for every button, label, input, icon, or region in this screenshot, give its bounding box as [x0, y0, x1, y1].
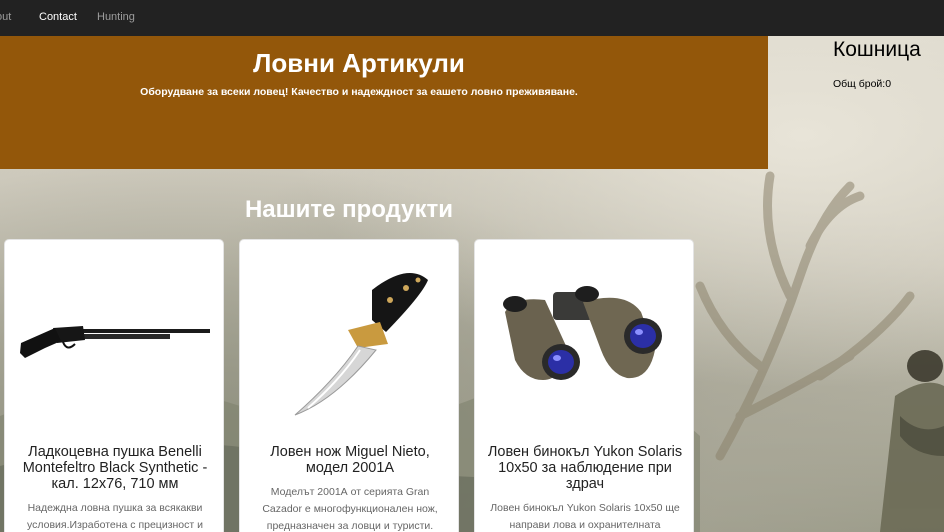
product-name[interactable]: Ловен бинокъл Yukon Solaris 10x50 за наб…: [483, 444, 687, 492]
nav-link-about[interactable]: out: [0, 11, 11, 23]
nav-link-hunting[interactable]: Hunting: [97, 11, 135, 23]
nav-link-contact[interactable]: Contact: [39, 11, 77, 23]
product-description: Ловен бинокъл Yukon Solaris 10x50 ще нап…: [490, 502, 680, 531]
product-card-shotgun[interactable]: Ладкоцевна пушка Benelli Montefeltro Bla…: [4, 239, 224, 532]
binoculars-image: [475, 240, 693, 436]
shotgun-image: [5, 240, 223, 436]
top-navbar: out Contact Hunting: [0, 0, 944, 36]
product-name[interactable]: Ладкоцевна пушка Benelli Montefeltro Bla…: [13, 444, 217, 492]
hero-banner: Ловни Артикули Оборудване за всеки ловец…: [0, 36, 768, 169]
product-card-knife[interactable]: Ловен нож Miguel Nieto, модел 2001A Моде…: [239, 239, 459, 532]
page-subtitle: Оборудване за всеки ловец! Качество и на…: [140, 86, 578, 98]
product-name[interactable]: Ловен нож Miguel Nieto, модел 2001A: [248, 444, 452, 476]
product-description: Моделът 2001А от серията Gran Cazador е …: [262, 486, 438, 532]
cart-count: Общ брой:0: [833, 78, 892, 90]
products-section-title: Нашите продукти: [244, 196, 454, 223]
product-description: Надеждна ловна пушка за всякакви условия…: [27, 502, 203, 531]
cart-title: Кошница: [833, 38, 921, 61]
page-title: Ловни Артикули: [253, 48, 465, 78]
product-card-binoculars[interactable]: Ловен бинокъл Yukon Solaris 10x50 за наб…: [474, 239, 694, 532]
hunting-knife-image: [240, 240, 458, 436]
